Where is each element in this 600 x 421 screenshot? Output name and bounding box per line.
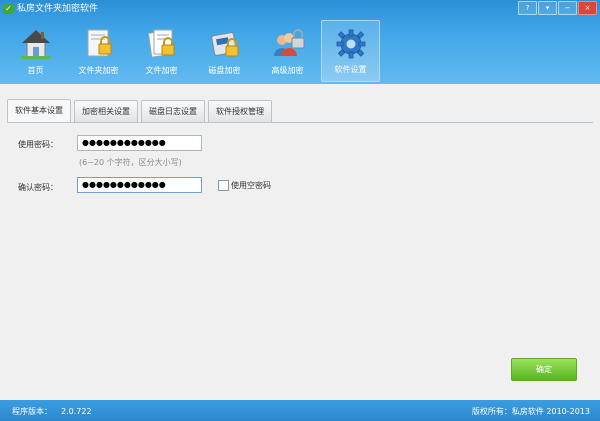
version-number: 2.0.722	[61, 407, 92, 416]
toolbar-software-settings-label: 软件设置	[334, 65, 367, 74]
menu-button[interactable]: ▾	[538, 1, 557, 15]
close-button[interactable]: ×	[578, 1, 597, 15]
toolbar-home-label: 首页	[27, 66, 44, 75]
toolbar-file-encrypt-label: 文件加密	[145, 66, 178, 75]
password-field[interactable]: ●●●●●●●●●●●●	[77, 135, 202, 151]
ok-button[interactable]: 确定	[511, 358, 577, 381]
app-logo-icon: ✓	[3, 3, 14, 14]
disk-lock-icon	[210, 32, 238, 57]
settings-tabs: 软件基本设置 加密相关设置 磁盘日志设置 软件授权管理	[7, 99, 272, 123]
tab-divider	[7, 122, 593, 123]
folder-lock-icon	[87, 29, 111, 57]
empty-password-label: 使用空密码	[231, 181, 271, 190]
window-title: 私房文件夹加密软件	[17, 4, 99, 14]
app-window: ✓ 私房文件夹加密软件 ? ▾ − × 首页 文件夹加密 文件加密 磁盘加密 高…	[0, 0, 600, 421]
users-lock-icon	[273, 29, 304, 56]
toolbar-software-settings[interactable]: 软件设置	[321, 20, 380, 82]
confirm-password-field[interactable]: ●●●●●●●●●●●●	[77, 177, 202, 193]
help-button[interactable]: ?	[518, 1, 537, 15]
toolbar-folder-encrypt[interactable]: 文件夹加密	[69, 20, 128, 82]
password-label: 使用密码：	[18, 140, 58, 149]
gear-icon	[336, 29, 365, 59]
tab-disk-log-settings[interactable]: 磁盘日志设置	[141, 100, 205, 122]
tab-encryption-settings[interactable]: 加密相关设置	[74, 100, 138, 122]
toolbar-file-encrypt[interactable]: 文件加密	[132, 20, 191, 82]
toolbar-advanced-encrypt-label: 高级加密	[271, 66, 304, 75]
status-bar: 程序版本： 2.0.722 版权所有：私房软件 2010-2013	[0, 400, 600, 421]
header: ✓ 私房文件夹加密软件 ? ▾ − × 首页 文件夹加密 文件加密 磁盘加密 高…	[0, 0, 600, 84]
version-label: 程序版本：	[12, 407, 52, 416]
toolbar-folder-encrypt-label: 文件夹加密	[78, 66, 119, 75]
main-toolbar: 首页 文件夹加密 文件加密 磁盘加密 高级加密 软件设置	[6, 20, 380, 82]
toolbar-advanced-encrypt[interactable]: 高级加密	[258, 20, 317, 82]
window-controls: ? ▾ − ×	[518, 1, 597, 15]
home-icon	[20, 30, 51, 59]
tab-basic-settings[interactable]: 软件基本设置	[7, 99, 71, 123]
title-bar: ✓ 私房文件夹加密软件 ? ▾ − ×	[0, 0, 600, 18]
toolbar-disk-encrypt-label: 磁盘加密	[208, 66, 241, 75]
copyright-text: 版权所有：私房软件 2010-2013	[471, 407, 590, 416]
toolbar-home[interactable]: 首页	[6, 20, 65, 82]
empty-password-checkbox[interactable]	[218, 180, 229, 191]
password-hint: (6~20 个字符，区分大小写)	[79, 158, 182, 167]
confirm-password-label: 确认密码：	[18, 183, 58, 192]
version-info: 程序版本： 2.0.722	[12, 406, 92, 417]
file-lock-icon	[147, 29, 174, 58]
toolbar-disk-encrypt[interactable]: 磁盘加密	[195, 20, 254, 82]
tab-license-management[interactable]: 软件授权管理	[208, 100, 272, 122]
minimize-button[interactable]: −	[558, 1, 577, 15]
